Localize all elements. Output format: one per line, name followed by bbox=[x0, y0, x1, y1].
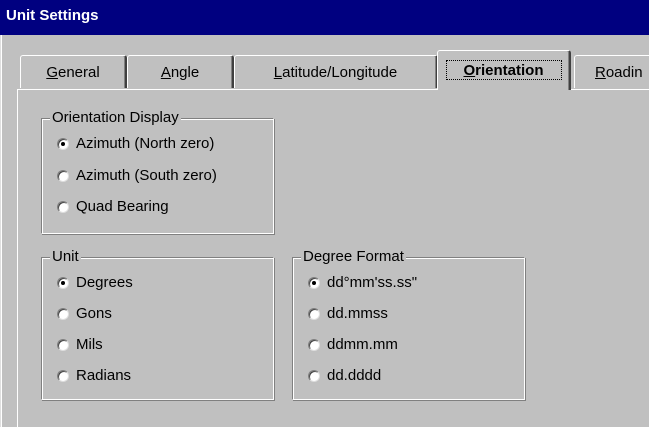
radio-azimuth-north-zero-label: Azimuth (North zero) bbox=[76, 135, 215, 152]
tab-general[interactable]: General bbox=[20, 55, 127, 88]
radio-dd-dddd-label: dd.dddd bbox=[327, 367, 382, 384]
radio-unchecked-icon[interactable] bbox=[57, 170, 69, 182]
tab-latitude-longitude[interactable]: Latitude/Longitude bbox=[234, 55, 438, 88]
title-bar[interactable]: Unit Settings bbox=[0, 0, 649, 35]
radio-unchecked-icon[interactable] bbox=[57, 370, 69, 382]
window-title: Unit Settings bbox=[6, 7, 99, 24]
radio-checked-icon[interactable] bbox=[57, 138, 69, 150]
orientation-display-group: Orientation Display Azimuth (North zero)… bbox=[41, 109, 274, 234]
tab-panel-orientation: Orientation Display Azimuth (North zero)… bbox=[17, 89, 649, 427]
radio-quad-bearing-label: Quad Bearing bbox=[76, 198, 169, 215]
radio-checked-icon[interactable] bbox=[57, 277, 69, 289]
tab-orientation-label: Orientation bbox=[463, 62, 544, 79]
radio-unchecked-icon[interactable] bbox=[308, 339, 320, 351]
tab-general-label: General bbox=[46, 64, 100, 81]
tab-angle[interactable]: Angle bbox=[127, 55, 234, 88]
radio-gons-label: Gons bbox=[76, 305, 112, 322]
degree-format-label: Degree Format bbox=[301, 248, 406, 265]
degree-format-group: Degree Format dd°mm'ss.ss" dd.mmss ddmm.… bbox=[292, 248, 525, 400]
radio-radians-label: Radians bbox=[76, 367, 132, 384]
radio-unchecked-icon[interactable] bbox=[57, 308, 69, 320]
tab-angle-label: Angle bbox=[160, 64, 200, 81]
radio-dd-mmss-label: dd.mmss bbox=[327, 305, 388, 322]
tab-roading[interactable]: Roadin bbox=[574, 55, 649, 88]
window-edge-highlight bbox=[1, 0, 2, 427]
orientation-display-label: Orientation Display bbox=[50, 109, 181, 126]
unit-group: Unit Degrees Gons Mils Radians bbox=[41, 248, 274, 400]
unit-settings-dialog: Unit Settings General Angle Latitude/Lon… bbox=[0, 0, 649, 427]
radio-mils-label: Mils bbox=[76, 336, 103, 353]
radio-dd-mm-ss-label: dd°mm'ss.ss" bbox=[327, 274, 418, 291]
tab-latitude-longitude-label: Latitude/Longitude bbox=[273, 64, 398, 81]
unit-label: Unit bbox=[50, 248, 81, 265]
radio-degrees-label: Degrees bbox=[76, 274, 133, 291]
radio-unchecked-icon[interactable] bbox=[57, 201, 69, 213]
radio-ddmm-mm-label: ddmm.mm bbox=[327, 336, 398, 353]
radio-unchecked-icon[interactable] bbox=[308, 370, 320, 382]
radio-unchecked-icon[interactable] bbox=[308, 308, 320, 320]
radio-unchecked-icon[interactable] bbox=[57, 339, 69, 351]
radio-azimuth-south-zero-label: Azimuth (South zero) bbox=[76, 167, 217, 184]
tab-orientation[interactable]: Orientation bbox=[437, 50, 571, 90]
tab-roading-label: Roadin bbox=[595, 64, 643, 81]
radio-checked-icon[interactable] bbox=[308, 277, 320, 289]
